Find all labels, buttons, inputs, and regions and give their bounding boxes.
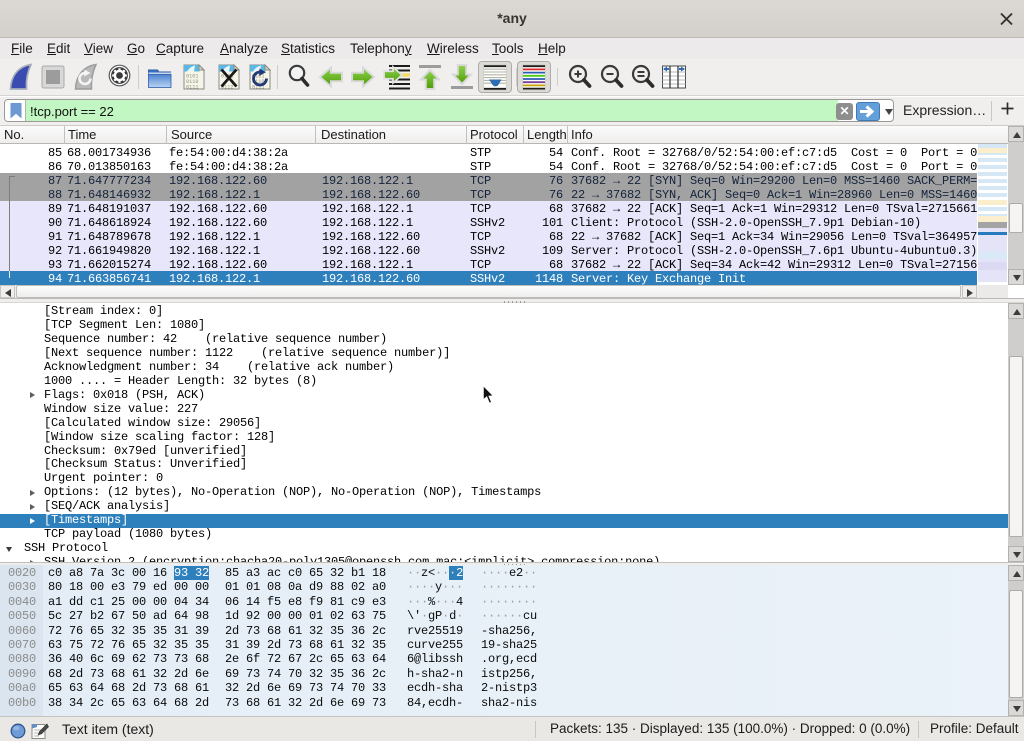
svg-text:0111: 0111 — [186, 85, 198, 91]
